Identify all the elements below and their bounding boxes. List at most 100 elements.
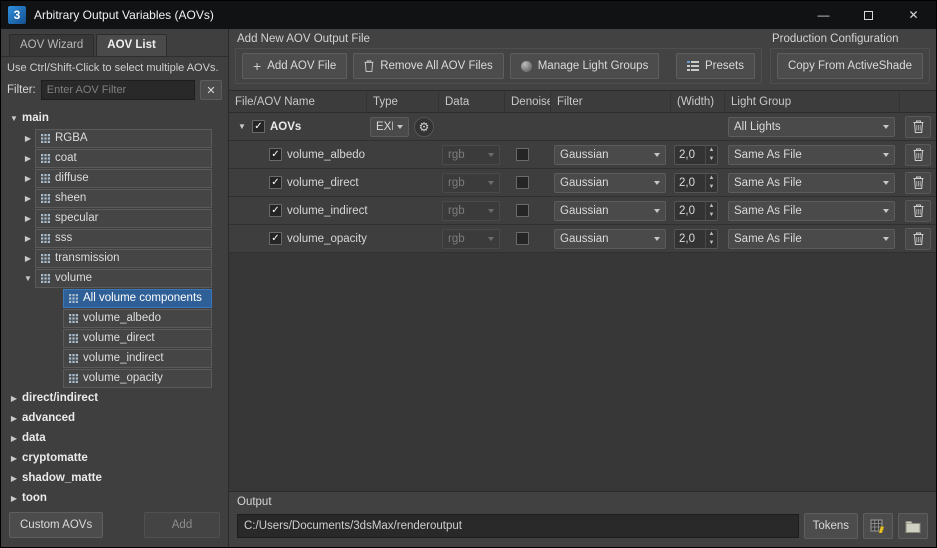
spinner-arrows[interactable]: ▲ ▼ — [705, 173, 717, 192]
tree-item-box[interactable]: shadow_matte — [21, 469, 228, 488]
data-dropdown[interactable]: rgb — [442, 172, 500, 193]
tree-expand-arrow-icon[interactable]: ▶ — [21, 154, 35, 163]
tree-item-box[interactable]: advanced — [21, 409, 228, 428]
minimize-button[interactable]: — — [801, 1, 846, 29]
tree-item[interactable]: ▶ transmission — [1, 248, 228, 268]
tree-item-box[interactable]: transmission — [35, 248, 212, 268]
tree-item-box[interactable]: volume_opacity — [63, 368, 212, 388]
browse-folder-button[interactable] — [898, 513, 928, 539]
tokens-button[interactable]: Tokens — [803, 513, 858, 539]
tree-item[interactable]: volume_direct — [1, 328, 228, 348]
tree-item-box[interactable]: cryptomatte — [21, 449, 228, 468]
spinner-arrows[interactable]: ▲ ▼ — [705, 229, 717, 248]
tree-item[interactable]: ▼ volume — [1, 268, 228, 288]
spinner-down-icon[interactable]: ▼ — [706, 155, 717, 164]
output-path-input[interactable] — [237, 514, 799, 538]
spinner-up-icon[interactable]: ▲ — [706, 202, 717, 211]
tree-item-box[interactable]: diffuse — [35, 168, 212, 188]
tree-item[interactable]: ▶ direct/indirect — [1, 388, 228, 408]
light-group-dropdown[interactable]: Same As File — [728, 172, 895, 193]
save-output-button[interactable] — [863, 513, 893, 539]
custom-aovs-button[interactable]: Custom AOVs — [9, 512, 104, 538]
denoise-checkbox[interactable] — [516, 176, 529, 189]
presets-button[interactable]: Presets — [675, 53, 755, 79]
tree-expand-arrow-icon[interactable]: ▶ — [21, 214, 35, 223]
copy-from-activeshade-button[interactable]: Copy From ActiveShade — [776, 53, 923, 79]
tree-item[interactable]: All volume components — [1, 288, 228, 308]
tree-expand-arrow-icon[interactable]: ▶ — [7, 434, 21, 443]
tree-expand-arrow-icon[interactable]: ▶ — [7, 414, 21, 423]
denoise-checkbox[interactable] — [516, 148, 529, 161]
tree-item[interactable]: ▶ sss — [1, 228, 228, 248]
data-dropdown[interactable]: rgb — [442, 228, 500, 249]
tab-aov-wizard[interactable]: AOV Wizard — [9, 34, 95, 56]
aov-enabled-checkbox[interactable]: ✓ — [269, 176, 282, 189]
tree-item[interactable]: volume_albedo — [1, 308, 228, 328]
tree-item-box[interactable]: RGBA — [35, 128, 212, 148]
remove-all-aov-files-button[interactable]: Remove All AOV Files — [353, 53, 504, 79]
tree-item-box[interactable]: sheen — [35, 188, 212, 208]
tree-item[interactable]: ▶ specular — [1, 208, 228, 228]
tree-item-box[interactable]: volume_direct — [63, 328, 212, 348]
delete-aov-button[interactable] — [905, 227, 931, 250]
tree-expand-arrow-icon[interactable]: ▶ — [21, 174, 35, 183]
denoise-checkbox[interactable] — [516, 232, 529, 245]
tree-item[interactable]: ▶ coat — [1, 148, 228, 168]
tree-expand-arrow-icon[interactable]: ▼ — [21, 274, 35, 283]
tree-item[interactable]: volume_opacity — [1, 368, 228, 388]
close-button[interactable]: ✕ — [891, 1, 936, 29]
width-spinner[interactable]: 2,0 ▲ ▼ — [674, 228, 718, 249]
add-aov-button[interactable]: Add — [144, 512, 220, 538]
tree-item-box[interactable]: volume — [35, 268, 212, 288]
file-enabled-checkbox[interactable]: ✓ — [252, 120, 265, 133]
aov-enabled-checkbox[interactable]: ✓ — [269, 232, 282, 245]
tree-item[interactable]: ▶ RGBA — [1, 128, 228, 148]
tree-expand-arrow-icon[interactable]: ▶ — [21, 254, 35, 263]
data-dropdown[interactable]: rgb — [442, 200, 500, 221]
tree-item-box[interactable]: volume_albedo — [63, 308, 212, 328]
spinner-down-icon[interactable]: ▼ — [706, 211, 717, 220]
title-bar[interactable]: 3 Arbitrary Output Variables (AOVs) — ✕ — [1, 1, 936, 29]
filter-dropdown[interactable]: Gaussian — [554, 172, 666, 193]
aov-filter-input[interactable] — [40, 80, 195, 100]
aov-enabled-checkbox[interactable]: ✓ — [269, 204, 282, 217]
tree-item-box[interactable]: sss — [35, 228, 212, 248]
tree-item[interactable]: ▼ main — [1, 108, 228, 128]
tree-item[interactable]: ▶ shadow_matte — [1, 468, 228, 488]
add-aov-file-button[interactable]: + Add AOV File — [242, 53, 348, 79]
spinner-up-icon[interactable]: ▲ — [706, 146, 717, 155]
tree-item-box[interactable]: specular — [35, 208, 212, 228]
width-spinner[interactable]: 2,0 ▲ ▼ — [674, 200, 718, 221]
tree-expand-arrow-icon[interactable]: ▶ — [7, 474, 21, 483]
aov-enabled-checkbox[interactable]: ✓ — [269, 148, 282, 161]
tree-expand-arrow-icon[interactable]: ▶ — [7, 394, 21, 403]
tree-item-box[interactable]: main — [21, 109, 228, 128]
tree-item[interactable]: ▶ cryptomatte — [1, 448, 228, 468]
data-dropdown[interactable]: rgb — [442, 144, 500, 165]
tree-expand-arrow-icon[interactable]: ▼ — [7, 114, 21, 123]
tree-expand-arrow-icon[interactable]: ▶ — [21, 134, 35, 143]
denoise-checkbox[interactable] — [516, 204, 529, 217]
light-group-dropdown[interactable]: Same As File — [728, 200, 895, 221]
filter-dropdown[interactable]: Gaussian — [554, 200, 666, 221]
tree-item[interactable]: volume_indirect — [1, 348, 228, 368]
file-light-group-dropdown[interactable]: All Lights — [728, 116, 895, 137]
tree-item[interactable]: ▶ sheen — [1, 188, 228, 208]
clear-filter-button[interactable]: ✕ — [200, 80, 222, 100]
spinner-arrows[interactable]: ▲ ▼ — [705, 201, 717, 220]
spinner-up-icon[interactable]: ▲ — [706, 230, 717, 239]
tree-item-box[interactable]: coat — [35, 148, 212, 168]
type-dropdown[interactable]: EXR — [370, 116, 409, 137]
spinner-down-icon[interactable]: ▼ — [706, 183, 717, 192]
tree-item-box[interactable]: direct/indirect — [21, 389, 228, 408]
tree-expand-arrow-icon[interactable]: ▶ — [21, 194, 35, 203]
delete-aov-button[interactable] — [905, 199, 931, 222]
delete-aov-button[interactable] — [905, 171, 931, 194]
light-group-dropdown[interactable]: Same As File — [728, 228, 895, 249]
tree-item-box[interactable]: toon — [21, 489, 228, 507]
filter-dropdown[interactable]: Gaussian — [554, 228, 666, 249]
width-spinner[interactable]: 2,0 ▲ ▼ — [674, 172, 718, 193]
spinner-up-icon[interactable]: ▲ — [706, 174, 717, 183]
delete-aov-button[interactable] — [905, 143, 931, 166]
file-settings-button[interactable]: ⚙ — [414, 116, 434, 137]
